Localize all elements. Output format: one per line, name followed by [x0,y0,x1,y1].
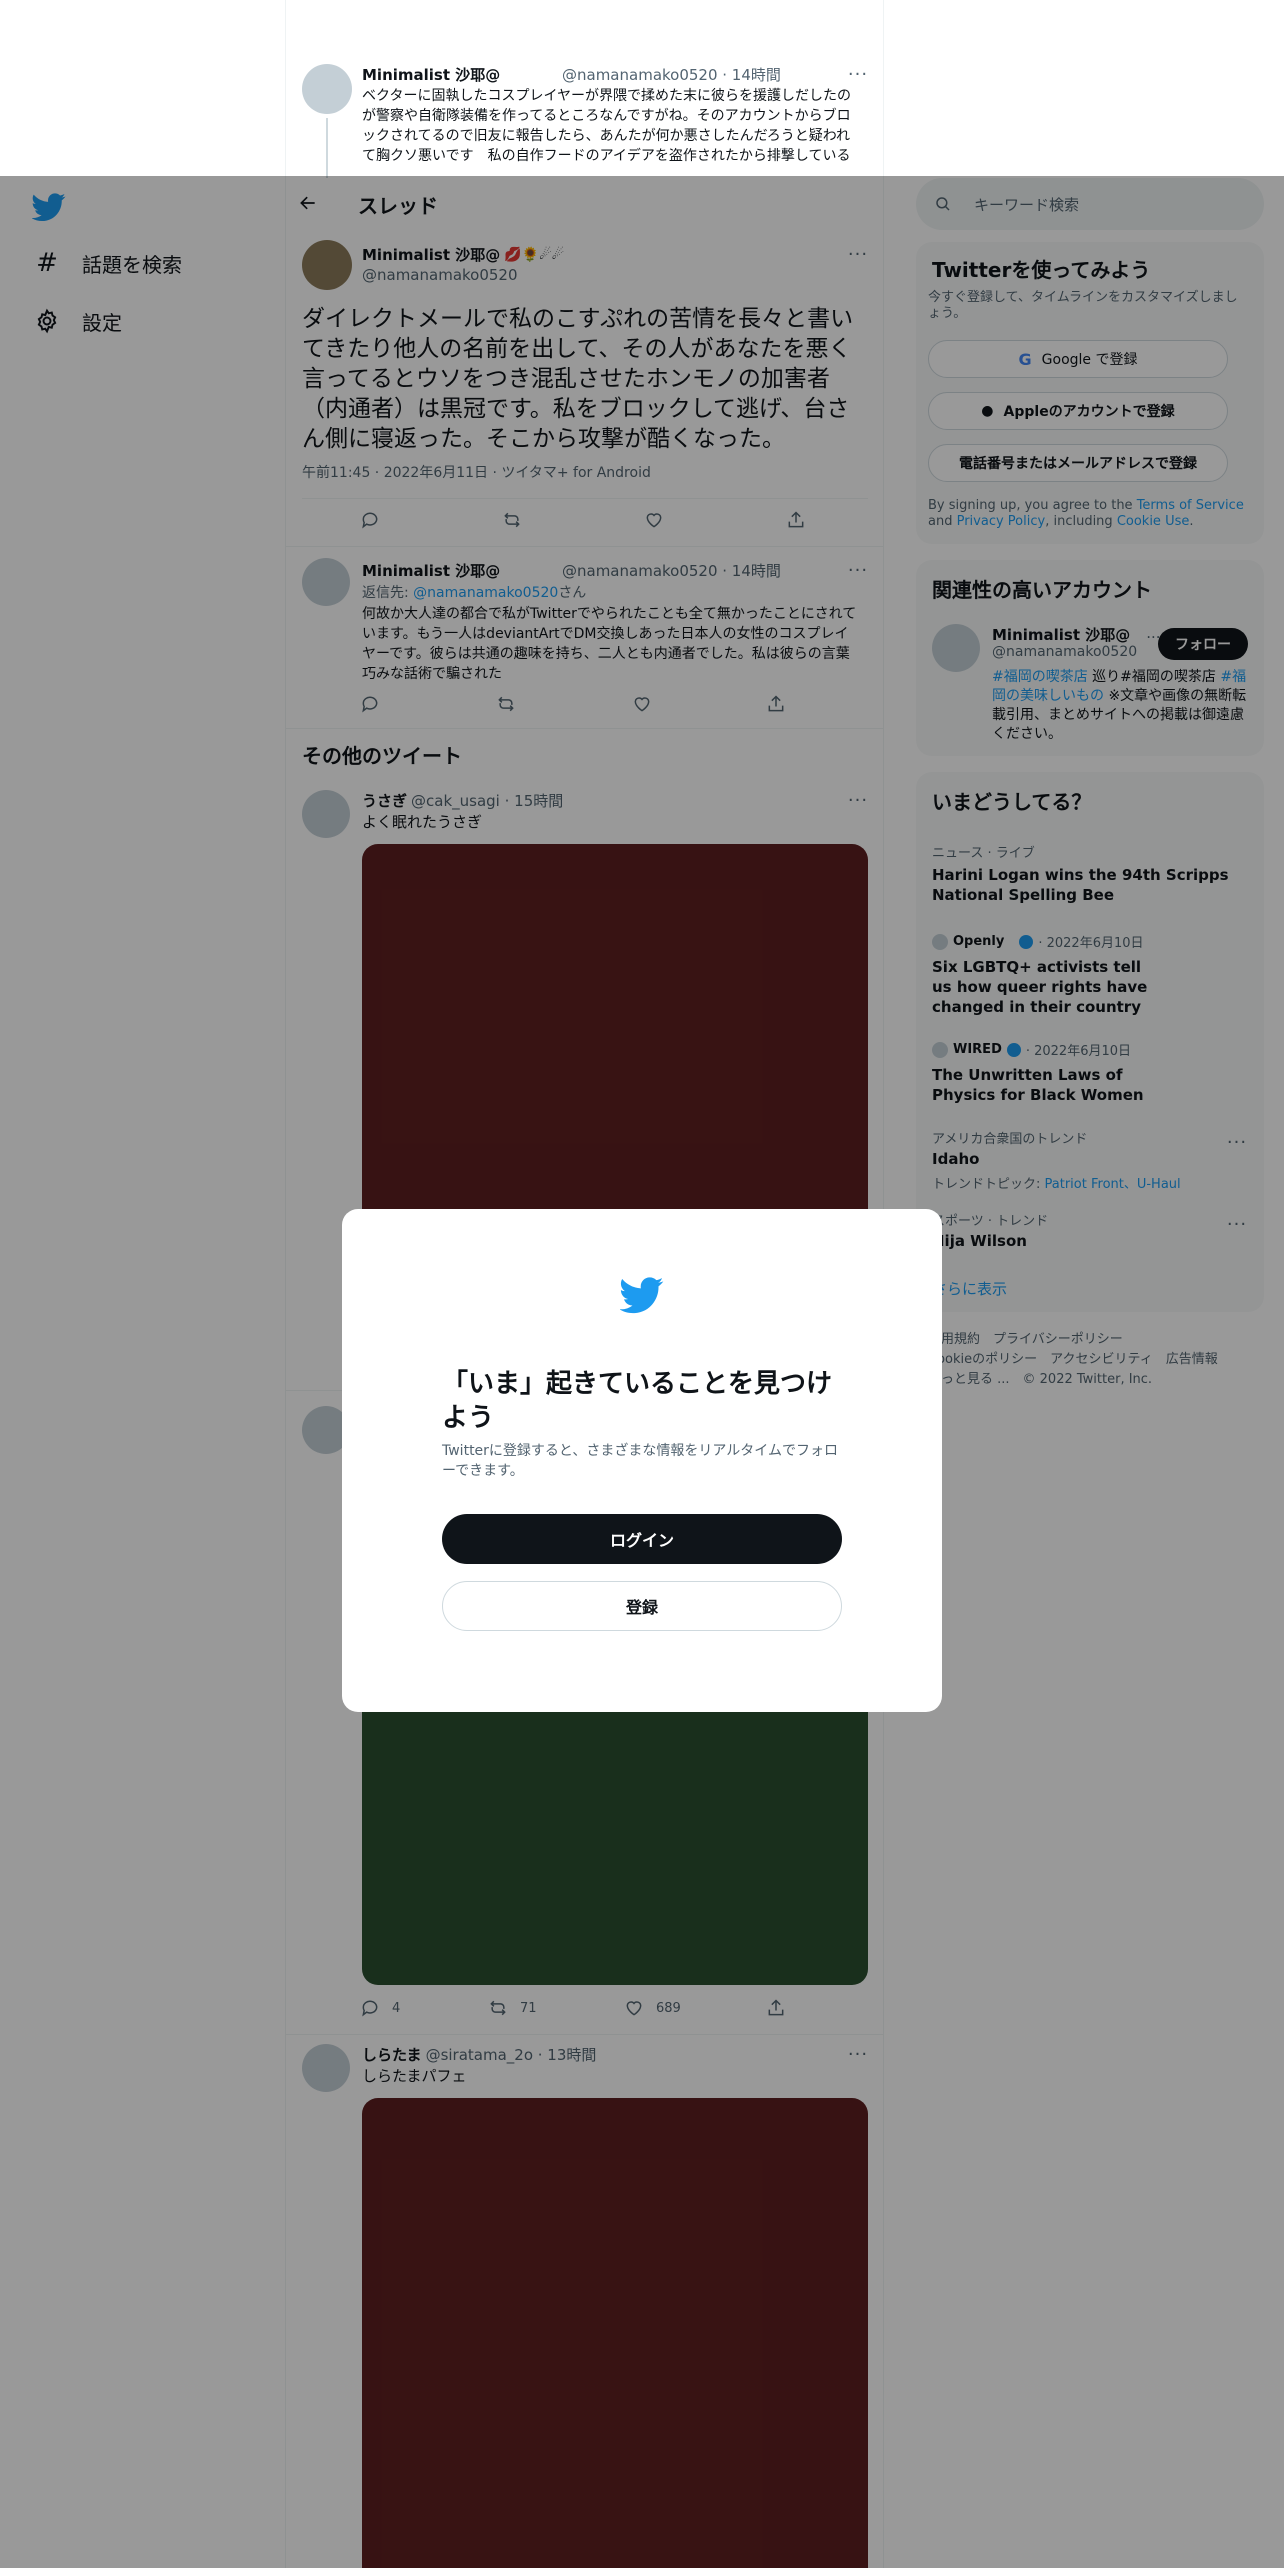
more-icon[interactable]: ··· [843,64,873,85]
tweet-author-name[interactable]: Minimalist 沙耶@ [362,64,500,85]
modal-subtitle: Twitterに登録すると、さまざまな情報をリアルタイムでフォローできます。 [442,1443,838,1479]
tweet-text: ベクターに固執したコスプレイヤーが界隈で揉めた末に彼らを援護しだしたのが警察や自… [362,88,852,164]
modal-title: 「いま」起きていることを見つけよう [442,1369,833,1433]
signup-button[interactable]: 登録 [442,1581,842,1631]
tweet-handle-time[interactable]: @namanamako0520 · 14時間 [562,64,781,85]
thread-line [326,118,328,178]
login-button[interactable]: ログイン [442,1514,842,1564]
twitter-logo-icon [619,1273,664,1317]
avatar[interactable] [302,64,352,114]
login-modal: 「いま」起きていることを見つけよう Twitterに登録すると、さまざまな情報を… [342,1209,942,1712]
